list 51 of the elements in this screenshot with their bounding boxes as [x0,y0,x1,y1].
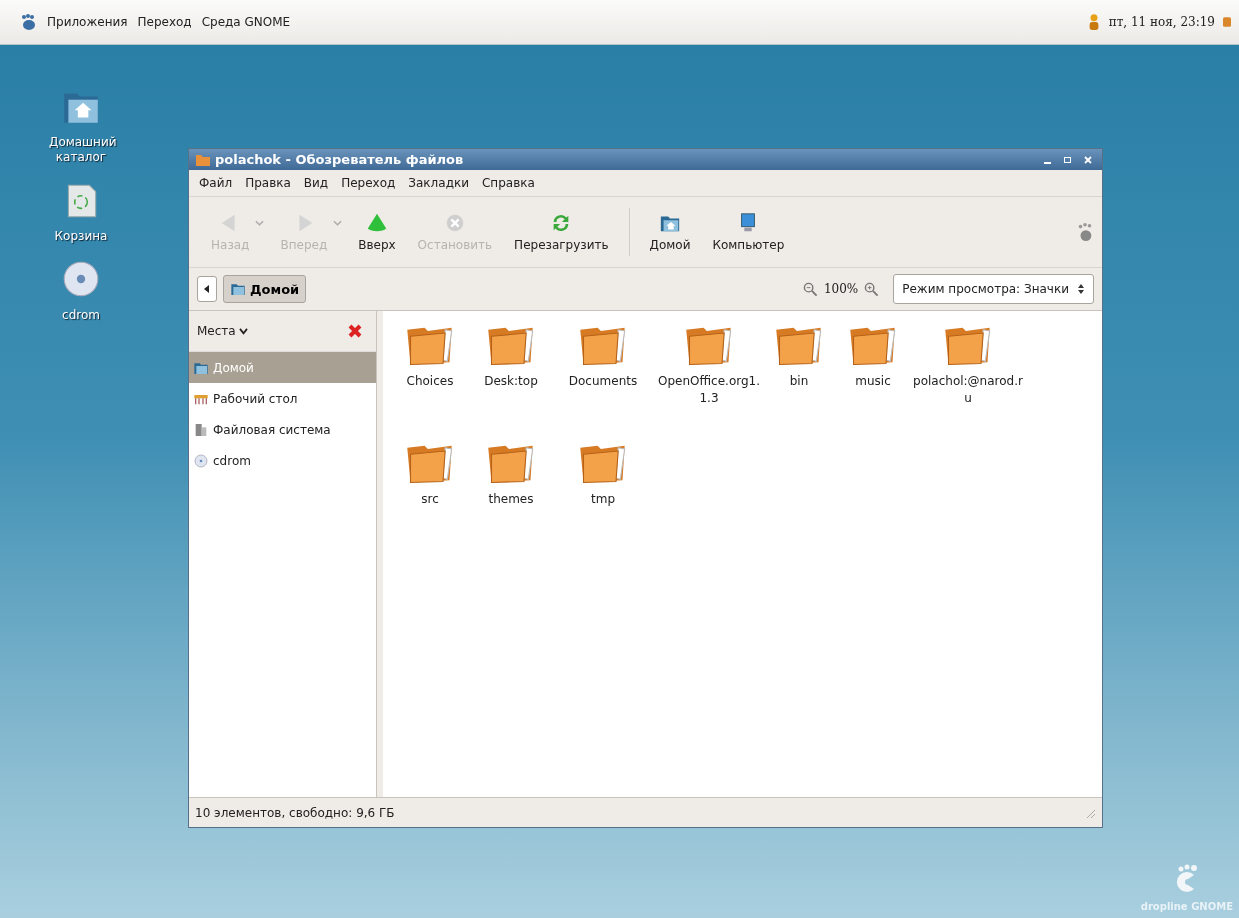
chevron-down-icon [238,327,248,335]
path-scroll-left-button[interactable] [197,276,217,302]
zoom-level: 100% [823,282,859,296]
panel-menu[interactable]: Приложения [46,13,129,31]
menu-item[interactable]: Файл [199,176,233,190]
folder-icon [230,281,246,297]
desktop-icon-label[interactable]: Корзина [49,229,113,244]
path-button[interactable]: Домой [223,275,307,303]
spinner-arrows-icon [1077,283,1085,295]
panel-menu[interactable]: Среда GNOME [200,13,292,31]
toolbar-button[interactable]: Перезагрузить [506,210,617,254]
drive-icon [193,421,209,438]
zoom-out-icon[interactable] [802,281,818,297]
folder-icon [195,152,211,167]
foot-throbber-icon [1076,221,1094,243]
menu-item[interactable]: Вид [303,176,329,190]
folder-label[interactable]: bin [789,373,809,390]
disc-icon [193,452,209,469]
folder-label[interactable]: OpenOffice.org1.1.3 [653,373,765,407]
wallpaper-logo-text: dropline GNOME [1140,901,1233,912]
toolbar-button[interactable]: Вверх [350,210,404,254]
panel-menu[interactable]: Переход [136,13,193,31]
folder-label[interactable]: polachol:@narod.ru [913,373,1023,407]
menu-item[interactable]: Закладки [408,176,469,190]
toolbar-button[interactable]: Домой [641,210,699,254]
desktop-icon-label[interactable]: cdrom [49,308,113,323]
folder-label[interactable]: src [421,491,439,508]
sidebar-item[interactable]: cdrom [189,445,376,476]
window-title: polachok - Обозреватель файлов [215,152,465,167]
toolbar-button[interactable]: Компьютер [704,210,793,254]
sidebar-item[interactable]: Файловая система [189,414,376,445]
folder-label[interactable]: music [855,373,891,390]
menu-item[interactable]: Справка [482,176,535,190]
sidebar-selector[interactable]: Места [197,324,248,338]
up-arrow-icon [365,212,388,234]
folder-label[interactable]: themes [488,491,534,508]
folder-label[interactable]: Documents [568,373,638,390]
folder-label[interactable]: Choices [406,373,454,390]
maximize-icon[interactable] [1063,154,1073,165]
left-triangle-icon [204,285,210,293]
folder-label[interactable]: Desk:top [484,373,538,390]
close-icon[interactable] [348,324,362,338]
view-mode-dropdown[interactable]: Режим просмотра: Значки [893,274,1094,304]
zoom-in-icon[interactable] [864,281,880,297]
clock[interactable]: пт, 11 ноя, 23:19 [1108,15,1215,29]
menu-item[interactable]: Переход [341,176,396,190]
applet-icon[interactable] [1223,15,1231,29]
status-text: 10 элементов, свободно: 9,6 ГБ [195,805,396,820]
folder-label[interactable]: tmp [591,491,615,508]
menu-item[interactable]: Правка [245,176,291,190]
sidebar-item[interactable]: Рабочий стол [189,383,376,414]
